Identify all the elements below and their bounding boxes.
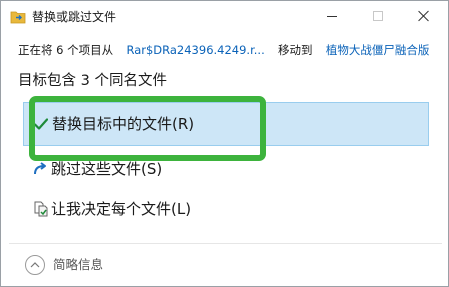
progress-middle: 移动到 (278, 43, 313, 57)
source-folder-link[interactable]: Rar$DRa24396.4249.r... (126, 43, 264, 57)
details-toggle[interactable]: 简略信息 (25, 255, 103, 275)
minimize-icon (327, 15, 337, 17)
replace-files-option[interactable]: 替换目标中的文件(R) (23, 102, 429, 146)
title-bar[interactable]: 替换或跳过文件 (1, 1, 448, 33)
window-title: 替换或跳过文件 (32, 10, 117, 24)
maximize-icon (373, 11, 383, 21)
destination-folder-link[interactable]: 植物大战僵尸融合版 (326, 43, 430, 57)
maximize-button[interactable] (355, 1, 401, 31)
details-toggle-label: 简略信息 (53, 257, 104, 272)
decide-each-file-option[interactable]: 让我决定每个文件(L) (23, 187, 429, 231)
close-button[interactable] (401, 1, 447, 31)
replace-files-label: 替换目标中的文件(R) (52, 115, 195, 133)
move-progress-text: 正在将 6 个项目从 Rar$DRa24396.4249.r... 移动到 植物… (18, 42, 429, 58)
checkmark-icon (24, 113, 52, 135)
file-move-icon (10, 11, 26, 24)
compare-files-icon (23, 198, 51, 220)
skip-arrow-icon (23, 158, 51, 180)
minimize-button[interactable] (309, 1, 355, 31)
chevron-up-icon[interactable] (25, 255, 45, 275)
replace-or-skip-dialog: 替换或跳过文件 正在将 6 个项目从 Rar$DRa24396.4249.r..… (0, 0, 449, 287)
close-icon (418, 10, 430, 22)
skip-files-label: 跳过这些文件(S) (51, 160, 163, 178)
decide-each-file-label: 让我决定每个文件(L) (51, 200, 192, 218)
skip-files-option[interactable]: 跳过这些文件(S) (23, 147, 429, 191)
conflict-heading: 目标包含 3 个同名文件 (18, 73, 167, 89)
progress-prefix: 正在将 6 个项目从 (18, 43, 114, 57)
footer-divider (9, 243, 442, 244)
